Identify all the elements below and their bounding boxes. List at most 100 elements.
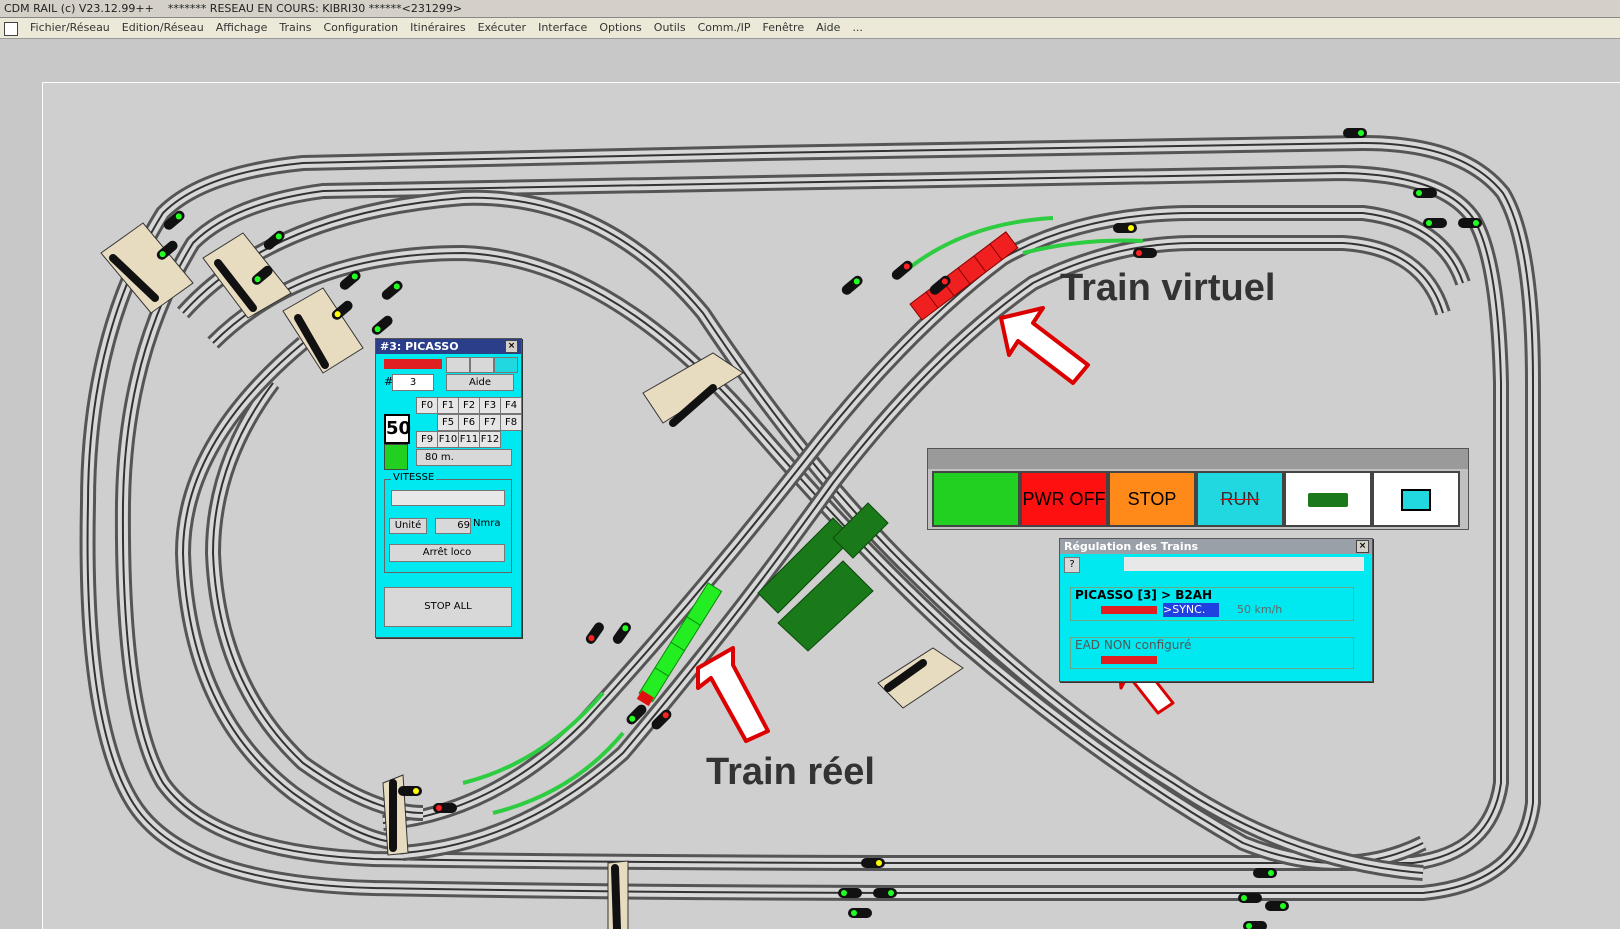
signal-23 <box>433 803 457 813</box>
view-full-button[interactable] <box>494 357 518 373</box>
menu-item-2[interactable]: Affichage <box>216 18 268 38</box>
menu-item-0[interactable]: Fichier/Réseau <box>30 18 110 38</box>
train-1-status: >SYNC. <box>1163 603 1219 617</box>
app-menu-icon[interactable] <box>4 22 18 36</box>
train-button[interactable] <box>1284 471 1372 527</box>
real-train-arrow <box>696 646 770 743</box>
station-platform <box>757 502 889 652</box>
signal-22 <box>398 786 422 796</box>
function-key-f11[interactable]: F11 <box>458 431 480 448</box>
menu-bar: Fichier/Réseau Edition/Réseau Affichage Tra… <box>0 18 1620 39</box>
function-key-f5[interactable]: F5 <box>437 414 459 431</box>
virtual-train-arrow <box>999 306 1090 385</box>
loco-panel: #3: PICASSO × # 3 Aide 50 F0 F1 F2 F3 F4 F5 F6 F… <box>375 338 522 638</box>
train-1-speed: 50 km/h <box>1237 603 1283 616</box>
help-button[interactable]: Aide <box>446 374 514 391</box>
menu-item-8[interactable]: Options <box>599 18 641 38</box>
signal-28 <box>1253 868 1277 878</box>
track-status-indicator[interactable] <box>932 471 1020 527</box>
train-1-name: PICASSO [3] > B2AH <box>1075 588 1213 602</box>
view-medium-button[interactable] <box>470 357 494 373</box>
monitor-button[interactable] <box>1372 471 1460 527</box>
speed-group: VITESSE Unité 69 Nmra Arrêt loco <box>384 472 512 573</box>
signal-2 <box>1413 188 1437 198</box>
view-compact-button[interactable] <box>446 357 470 373</box>
speed-limit-sign: 50 <box>384 414 411 444</box>
distance-display: 80 m. <box>416 449 512 466</box>
regulation-title: Régulation des Trains <box>1064 540 1199 553</box>
train-row-1[interactable]: PICASSO [3] > B2AH >SYNC. 50 km/h <box>1070 587 1354 621</box>
menu-item-6[interactable]: Exécuter <box>478 18 527 38</box>
signal-17 <box>371 315 393 335</box>
signal-6 <box>1133 248 1157 258</box>
function-key-f6[interactable]: F6 <box>458 414 480 431</box>
unit-button[interactable]: Unité <box>389 518 427 534</box>
power-control-bar: PWR OFF STOP RUN <box>927 448 1469 530</box>
function-key-f3[interactable]: F3 <box>479 397 501 414</box>
app-title: CDM RAIL (c) V23.12.99++ <box>4 2 154 15</box>
status-light <box>384 444 408 470</box>
run-button[interactable]: RUN <box>1196 471 1284 527</box>
real-train-label: Train réel <box>706 751 875 793</box>
train-1-indicator <box>1101 606 1157 614</box>
signal-3 <box>1423 218 1447 228</box>
menu-item-7[interactable]: Interface <box>538 18 587 38</box>
function-key-f9[interactable]: F9 <box>416 431 438 448</box>
mdi-client: Train virtuel Train réel PWR OFF STOP RU… <box>0 39 1620 929</box>
function-key-f0[interactable]: F0 <box>416 397 438 414</box>
menu-item-13[interactable]: ... <box>852 18 863 38</box>
monitor-icon <box>1401 489 1431 512</box>
stop-all-button[interactable]: STOP ALL <box>384 587 512 627</box>
power-off-button[interactable]: PWR OFF <box>1020 471 1108 527</box>
buffer-stop-7 <box>877 647 964 709</box>
menu-item-1[interactable]: Edition/Réseau <box>122 18 204 38</box>
stop-loco-button[interactable]: Arrêt loco <box>389 544 505 562</box>
close-icon[interactable]: × <box>1356 540 1369 553</box>
signal-19 <box>612 622 631 644</box>
close-icon[interactable]: × <box>505 340 518 353</box>
signal-5 <box>1113 223 1137 233</box>
signal-24 <box>861 858 885 868</box>
function-key-f1[interactable]: F1 <box>437 397 459 414</box>
signal-7 <box>891 260 913 280</box>
train-regulation-window: Régulation des Trains × ? PICASSO [3] > B… <box>1059 538 1373 682</box>
help-button[interactable]: ? <box>1064 557 1080 573</box>
locomotive-icon <box>1308 493 1348 508</box>
train-2-indicator <box>1101 656 1157 664</box>
stop-button[interactable]: STOP <box>1108 471 1196 527</box>
signal-16 <box>381 280 403 300</box>
menu-item-10[interactable]: Comm./IP <box>698 18 751 38</box>
signal-1 <box>1343 128 1367 138</box>
signal-26 <box>873 888 897 898</box>
train-row-2[interactable]: EAD NON configuré <box>1070 637 1354 669</box>
function-key-f4[interactable]: F4 <box>500 397 522 414</box>
function-key-f7[interactable]: F7 <box>479 414 501 431</box>
function-key-f12[interactable]: F12 <box>479 431 501 448</box>
menu-item-3[interactable]: Trains <box>279 18 311 38</box>
menu-item-11[interactable]: Fenêtre <box>763 18 805 38</box>
menu-item-4[interactable]: Configuration <box>324 18 399 38</box>
speed-slider[interactable] <box>391 490 505 506</box>
loco-indicator <box>384 359 442 369</box>
menu-item-9[interactable]: Outils <box>654 18 686 38</box>
speed-value: 69 <box>435 518 471 534</box>
menu-item-12[interactable]: Aide <box>816 18 840 38</box>
signal-29 <box>1238 893 1262 903</box>
speed-unit-label: Nmra <box>473 518 501 529</box>
signal-27 <box>848 908 872 918</box>
menu-item-5[interactable]: Itinéraires <box>410 18 465 38</box>
function-key-f10[interactable]: F10 <box>437 431 459 448</box>
signal-30 <box>1265 901 1289 911</box>
speed-group-label: VITESSE <box>391 472 437 483</box>
title-bar: CDM RAIL (c) V23.12.99++ ******* RESEAU … <box>0 0 1620 18</box>
signal-8 <box>841 275 863 295</box>
train-2-name: EAD NON configuré <box>1075 638 1192 652</box>
function-key-f2[interactable]: F2 <box>458 397 480 414</box>
signal-4 <box>1458 218 1482 228</box>
loco-number-field[interactable]: 3 <box>392 374 434 391</box>
loco-panel-title: #3: PICASSO <box>380 340 459 353</box>
signal-18 <box>585 622 604 644</box>
function-key-f8[interactable]: F8 <box>500 414 522 431</box>
network-title: ******* RESEAU EN COURS: KIBRI30 ******<… <box>167 2 463 15</box>
virtual-train-label: Train virtuel <box>1060 267 1276 309</box>
